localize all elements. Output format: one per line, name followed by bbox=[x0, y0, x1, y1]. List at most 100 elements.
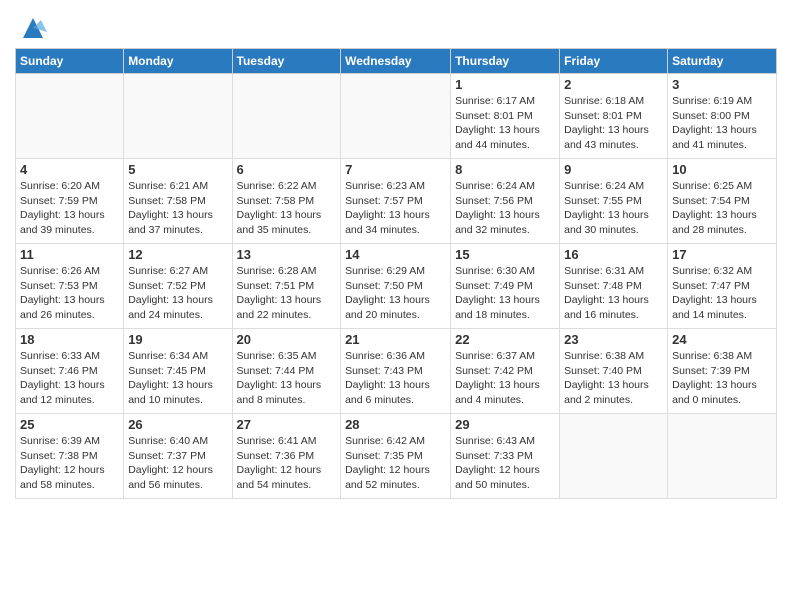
calendar-cell: 4 Sunrise: 6:20 AM Sunset: 7:59 PM Daylig… bbox=[16, 159, 124, 244]
day-number: 15 bbox=[455, 247, 555, 262]
day-number: 9 bbox=[564, 162, 663, 177]
day-info: Sunrise: 6:29 AM Sunset: 7:50 PM Dayligh… bbox=[345, 264, 446, 323]
calendar-cell: 1 Sunrise: 6:17 AM Sunset: 8:01 PM Daylig… bbox=[451, 74, 560, 159]
calendar-cell: 10Sunrise: 6:25 AM Sunset: 7:54 PM Dayli… bbox=[668, 159, 777, 244]
day-info: Sunrise: 6:18 AM Sunset: 8:01 PM Dayligh… bbox=[564, 94, 663, 153]
day-info: Sunrise: 6:35 AM Sunset: 7:44 PM Dayligh… bbox=[237, 349, 337, 408]
calendar-cell: 3 Sunrise: 6:19 AM Sunset: 8:00 PM Daylig… bbox=[668, 74, 777, 159]
day-info: Sunrise: 6:33 AM Sunset: 7:46 PM Dayligh… bbox=[20, 349, 119, 408]
day-info: Sunrise: 6:32 AM Sunset: 7:47 PM Dayligh… bbox=[672, 264, 772, 323]
calendar-week-row: 25 Sunrise: 6:39 AM Sunset: 7:38 PM Dayli… bbox=[16, 414, 777, 499]
day-number: 4 bbox=[20, 162, 119, 177]
day-number: 7 bbox=[345, 162, 446, 177]
calendar-cell: 15 Sunrise: 6:30 AM Sunset: 7:49 PM Dayli… bbox=[451, 244, 560, 329]
calendar-cell: 28 Sunrise: 6:42 AM Sunset: 7:35 PM Dayli… bbox=[341, 414, 451, 499]
day-number: 25 bbox=[20, 417, 119, 432]
calendar-cell: 22 Sunrise: 6:37 AM Sunset: 7:42 PM Dayli… bbox=[451, 329, 560, 414]
day-header-saturday: Saturday bbox=[668, 49, 777, 74]
calendar-cell: 27Sunrise: 6:41 AM Sunset: 7:36 PM Dayli… bbox=[232, 414, 341, 499]
day-number: 23 bbox=[564, 332, 663, 347]
day-number: 3 bbox=[672, 77, 772, 92]
day-number: 28 bbox=[345, 417, 446, 432]
calendar-cell bbox=[124, 74, 232, 159]
day-info: Sunrise: 6:26 AM Sunset: 7:53 PM Dayligh… bbox=[20, 264, 119, 323]
day-info: Sunrise: 6:21 AM Sunset: 7:58 PM Dayligh… bbox=[128, 179, 227, 238]
day-number: 26 bbox=[128, 417, 227, 432]
day-number: 16 bbox=[564, 247, 663, 262]
day-header-tuesday: Tuesday bbox=[232, 49, 341, 74]
calendar-cell: 8 Sunrise: 6:24 AM Sunset: 7:56 PM Daylig… bbox=[451, 159, 560, 244]
day-info: Sunrise: 6:41 AM Sunset: 7:36 PM Dayligh… bbox=[237, 434, 337, 493]
day-info: Sunrise: 6:38 AM Sunset: 7:40 PM Dayligh… bbox=[564, 349, 663, 408]
day-info: Sunrise: 6:36 AM Sunset: 7:43 PM Dayligh… bbox=[345, 349, 446, 408]
day-number: 20 bbox=[237, 332, 337, 347]
day-info: Sunrise: 6:24 AM Sunset: 7:55 PM Dayligh… bbox=[564, 179, 663, 238]
calendar-cell: 9 Sunrise: 6:24 AM Sunset: 7:55 PM Daylig… bbox=[560, 159, 668, 244]
calendar-cell bbox=[16, 74, 124, 159]
day-info: Sunrise: 6:42 AM Sunset: 7:35 PM Dayligh… bbox=[345, 434, 446, 493]
calendar-cell: 26 Sunrise: 6:40 AM Sunset: 7:37 PM Dayli… bbox=[124, 414, 232, 499]
calendar-cell: 7 Sunrise: 6:23 AM Sunset: 7:57 PM Daylig… bbox=[341, 159, 451, 244]
logo bbox=[15, 14, 47, 42]
day-header-monday: Monday bbox=[124, 49, 232, 74]
calendar-cell bbox=[668, 414, 777, 499]
day-number: 12 bbox=[128, 247, 227, 262]
calendar-cell: 25 Sunrise: 6:39 AM Sunset: 7:38 PM Dayli… bbox=[16, 414, 124, 499]
day-info: Sunrise: 6:37 AM Sunset: 7:42 PM Dayligh… bbox=[455, 349, 555, 408]
day-info: Sunrise: 6:22 AM Sunset: 7:58 PM Dayligh… bbox=[237, 179, 337, 238]
calendar-week-row: 11 Sunrise: 6:26 AM Sunset: 7:53 PM Dayli… bbox=[16, 244, 777, 329]
day-number: 22 bbox=[455, 332, 555, 347]
calendar-cell: 13 Sunrise: 6:28 AM Sunset: 7:51 PM Dayli… bbox=[232, 244, 341, 329]
day-number: 24 bbox=[672, 332, 772, 347]
day-number: 8 bbox=[455, 162, 555, 177]
calendar-cell: 24Sunrise: 6:38 AM Sunset: 7:39 PM Dayli… bbox=[668, 329, 777, 414]
calendar-cell: 12 Sunrise: 6:27 AM Sunset: 7:52 PM Dayli… bbox=[124, 244, 232, 329]
day-number: 19 bbox=[128, 332, 227, 347]
day-info: Sunrise: 6:25 AM Sunset: 7:54 PM Dayligh… bbox=[672, 179, 772, 238]
day-number: 13 bbox=[237, 247, 337, 262]
day-info: Sunrise: 6:43 AM Sunset: 7:33 PM Dayligh… bbox=[455, 434, 555, 493]
day-number: 6 bbox=[237, 162, 337, 177]
calendar-cell: 29 Sunrise: 6:43 AM Sunset: 7:33 PM Dayli… bbox=[451, 414, 560, 499]
logo-icon bbox=[19, 14, 47, 42]
calendar-cell: 11 Sunrise: 6:26 AM Sunset: 7:53 PM Dayli… bbox=[16, 244, 124, 329]
day-number: 18 bbox=[20, 332, 119, 347]
day-info: Sunrise: 6:39 AM Sunset: 7:38 PM Dayligh… bbox=[20, 434, 119, 493]
day-info: Sunrise: 6:34 AM Sunset: 7:45 PM Dayligh… bbox=[128, 349, 227, 408]
day-header-wednesday: Wednesday bbox=[341, 49, 451, 74]
day-number: 14 bbox=[345, 247, 446, 262]
day-info: Sunrise: 6:28 AM Sunset: 7:51 PM Dayligh… bbox=[237, 264, 337, 323]
day-number: 5 bbox=[128, 162, 227, 177]
day-number: 11 bbox=[20, 247, 119, 262]
day-header-thursday: Thursday bbox=[451, 49, 560, 74]
calendar-cell: 17 Sunrise: 6:32 AM Sunset: 7:47 PM Dayli… bbox=[668, 244, 777, 329]
calendar-cell: 16 Sunrise: 6:31 AM Sunset: 7:48 PM Dayli… bbox=[560, 244, 668, 329]
day-info: Sunrise: 6:23 AM Sunset: 7:57 PM Dayligh… bbox=[345, 179, 446, 238]
calendar-cell bbox=[560, 414, 668, 499]
day-number: 21 bbox=[345, 332, 446, 347]
day-info: Sunrise: 6:40 AM Sunset: 7:37 PM Dayligh… bbox=[128, 434, 227, 493]
calendar-cell: 18 Sunrise: 6:33 AM Sunset: 7:46 PM Dayli… bbox=[16, 329, 124, 414]
calendar-table: SundayMondayTuesdayWednesdayThursdayFrid… bbox=[15, 48, 777, 499]
calendar-header-row: SundayMondayTuesdayWednesdayThursdayFrid… bbox=[16, 49, 777, 74]
day-info: Sunrise: 6:17 AM Sunset: 8:01 PM Dayligh… bbox=[455, 94, 555, 153]
page-header bbox=[15, 10, 777, 42]
day-info: Sunrise: 6:31 AM Sunset: 7:48 PM Dayligh… bbox=[564, 264, 663, 323]
calendar-cell bbox=[232, 74, 341, 159]
day-number: 1 bbox=[455, 77, 555, 92]
calendar-cell: 14 Sunrise: 6:29 AM Sunset: 7:50 PM Dayli… bbox=[341, 244, 451, 329]
day-number: 29 bbox=[455, 417, 555, 432]
day-info: Sunrise: 6:30 AM Sunset: 7:49 PM Dayligh… bbox=[455, 264, 555, 323]
day-info: Sunrise: 6:19 AM Sunset: 8:00 PM Dayligh… bbox=[672, 94, 772, 153]
calendar-cell: 2 Sunrise: 6:18 AM Sunset: 8:01 PM Daylig… bbox=[560, 74, 668, 159]
day-info: Sunrise: 6:27 AM Sunset: 7:52 PM Dayligh… bbox=[128, 264, 227, 323]
calendar-cell: 21 Sunrise: 6:36 AM Sunset: 7:43 PM Dayli… bbox=[341, 329, 451, 414]
day-info: Sunrise: 6:20 AM Sunset: 7:59 PM Dayligh… bbox=[20, 179, 119, 238]
calendar-week-row: 1 Sunrise: 6:17 AM Sunset: 8:01 PM Daylig… bbox=[16, 74, 777, 159]
calendar-cell: 23 Sunrise: 6:38 AM Sunset: 7:40 PM Dayli… bbox=[560, 329, 668, 414]
calendar-cell bbox=[341, 74, 451, 159]
day-number: 2 bbox=[564, 77, 663, 92]
day-info: Sunrise: 6:24 AM Sunset: 7:56 PM Dayligh… bbox=[455, 179, 555, 238]
day-number: 17 bbox=[672, 247, 772, 262]
day-header-sunday: Sunday bbox=[16, 49, 124, 74]
